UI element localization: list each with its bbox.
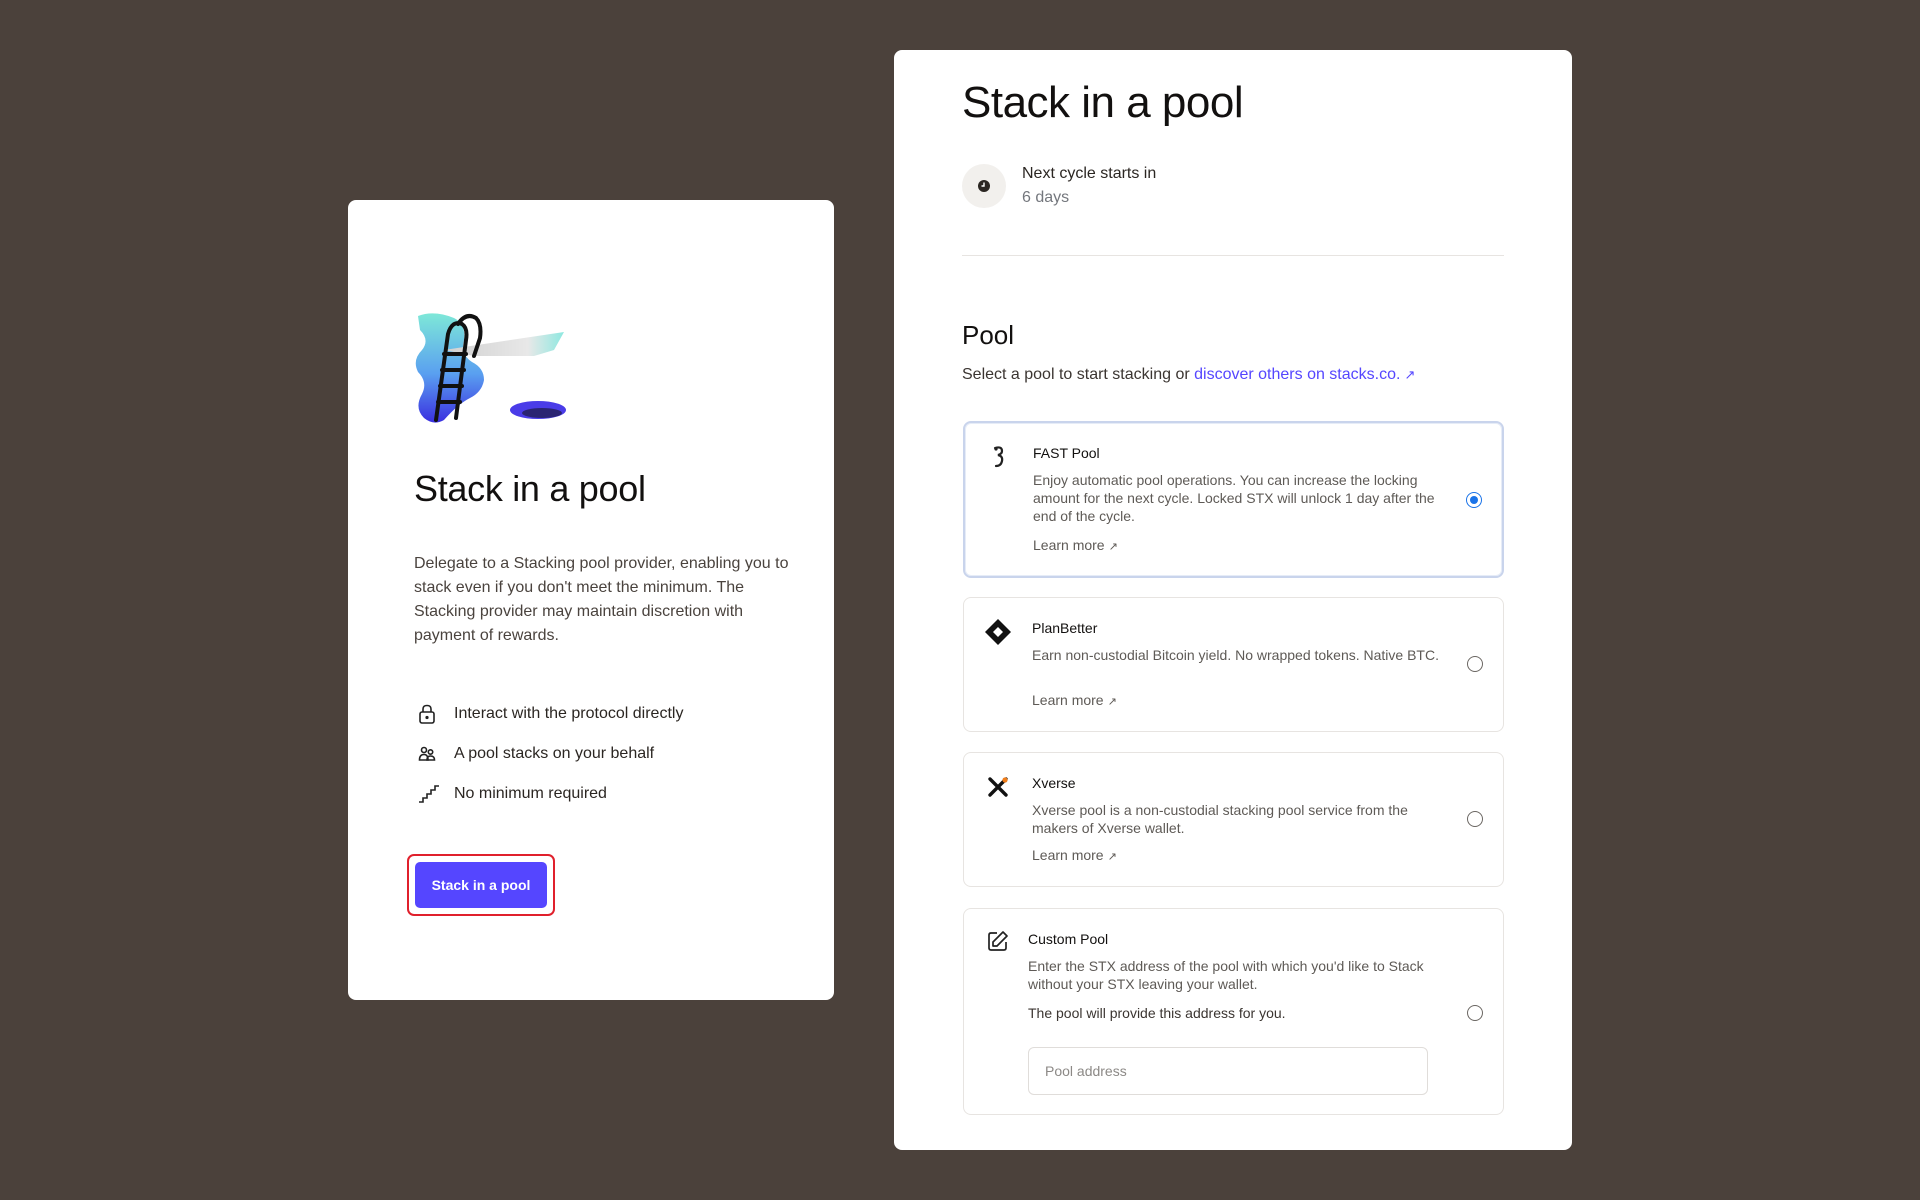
pool-name: PlanBetter <box>1032 620 1098 636</box>
feature-item: A pool stacks on your behalf <box>414 734 683 774</box>
page-title: Stack in a pool <box>962 78 1244 127</box>
external-link-icon: ↗ <box>1404 367 1416 382</box>
feature-item: No minimum required <box>414 774 683 814</box>
pool-radio[interactable] <box>1467 811 1483 827</box>
planbetter-icon <box>984 618 1012 646</box>
divider <box>962 255 1504 256</box>
edit-icon <box>984 927 1012 955</box>
pool-option-xverse[interactable]: Xverse Xverse pool is a non-custodial st… <box>963 752 1504 887</box>
learn-more-link[interactable]: Learn more ↗ <box>1032 692 1117 708</box>
external-link-icon: ↗ <box>1108 541 1118 553</box>
pool-description: Earn non-custodial Bitcoin yield. No wra… <box>1032 647 1439 663</box>
pool-description: Enter the STX address of the pool with w… <box>1028 958 1424 992</box>
feature-label: A pool stacks on your behalf <box>454 745 655 762</box>
pool-description: Enjoy automatic pool operations. You can… <box>1033 472 1435 524</box>
pool-name: FAST Pool <box>1033 445 1100 461</box>
pool-option-fast-pool[interactable]: FAST Pool Enjoy automatic pool operation… <box>963 421 1504 578</box>
feature-label: No minimum required <box>454 785 607 802</box>
intro-title: Stack in a pool <box>414 468 646 509</box>
clock-icon <box>962 164 1006 208</box>
pool-ladder-illustration <box>415 313 566 423</box>
pool-option-custom[interactable]: Custom Pool Enter the STX address of the… <box>963 908 1504 1115</box>
xverse-icon <box>984 773 1012 801</box>
cycle-label: Next cycle starts in <box>1022 165 1157 182</box>
pool-name: Custom Pool <box>1028 931 1109 947</box>
next-cycle-info: Next cycle starts in 6 days <box>962 162 1156 210</box>
lock-icon <box>418 702 448 726</box>
stack-in-pool-button[interactable]: Stack in a pool <box>415 862 547 908</box>
pool-section-subtitle: Select a pool to start stacking or disco… <box>962 366 1415 384</box>
learn-more-link[interactable]: Learn more ↗ <box>1033 537 1118 553</box>
pool-option-planbetter[interactable]: PlanBetter Earn non-custodial Bitcoin yi… <box>963 597 1504 732</box>
learn-more-link[interactable]: Learn more ↗ <box>1032 847 1117 863</box>
cta-focus-outline: Stack in a pool <box>407 854 555 916</box>
pool-radio[interactable] <box>1466 492 1482 508</box>
fast-pool-icon <box>985 443 1013 471</box>
cycle-value: 6 days <box>1022 189 1070 206</box>
pool-description: Xverse pool is a non-custodial stacking … <box>1032 802 1408 836</box>
pool-section-heading: Pool <box>962 320 1015 350</box>
pool-name: Xverse <box>1032 775 1076 791</box>
intro-description: Delegate to a Stacking pool provider, en… <box>414 555 789 644</box>
external-link-icon: ↗ <box>1107 696 1117 708</box>
feature-item: Interact with the protocol directly <box>414 694 683 734</box>
pool-form-panel: Stack in a pool Next cycle starts in 6 d… <box>894 50 1572 1150</box>
stairs-icon <box>418 782 448 806</box>
pool-radio[interactable] <box>1467 656 1483 672</box>
external-link-icon: ↗ <box>1107 851 1117 863</box>
pool-sub-text: Select a pool to start stacking or <box>962 366 1195 383</box>
people-icon <box>418 742 448 766</box>
custom-pool-note: The pool will provide this address for y… <box>1028 1005 1286 1021</box>
intro-card: Stack in a pool Delegate to a Stacking p… <box>348 200 834 1000</box>
feature-label: Interact with the protocol directly <box>454 705 684 722</box>
discover-pools-link[interactable]: discover others on stacks.co. <box>1194 366 1400 383</box>
pool-address-input[interactable] <box>1028 1047 1428 1095</box>
feature-list: Interact with the protocol directly A po… <box>414 694 683 814</box>
pool-radio[interactable] <box>1467 1005 1483 1021</box>
